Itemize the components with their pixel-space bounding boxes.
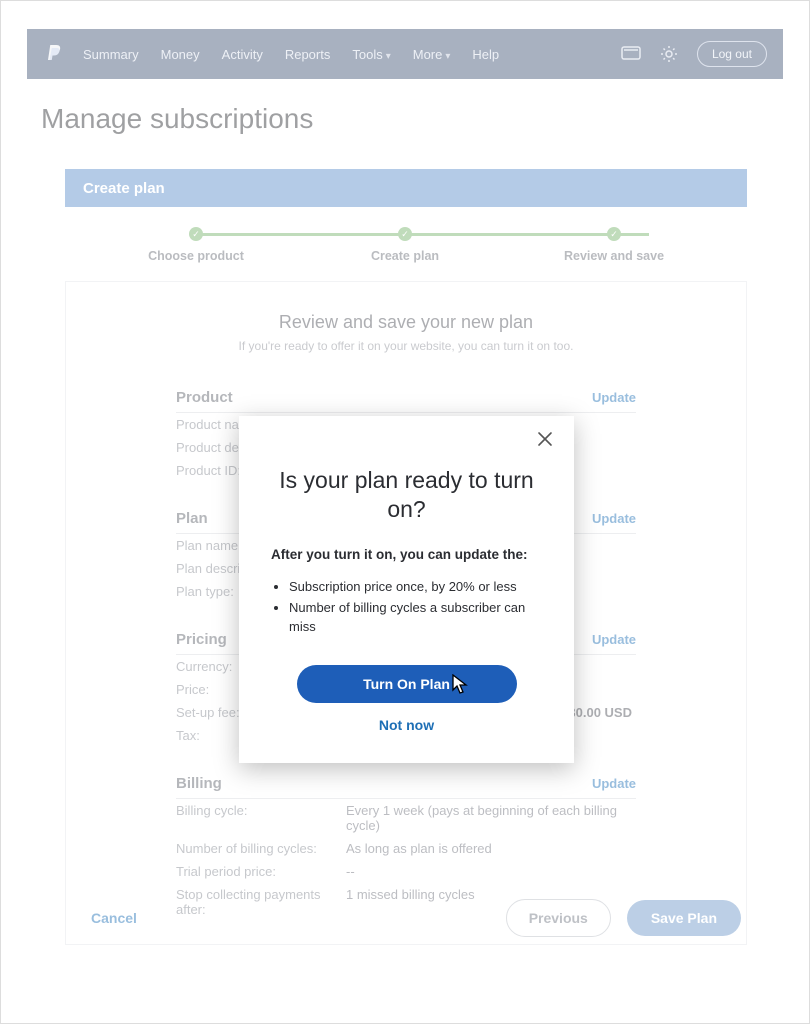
check-icon: ✓: [607, 227, 621, 241]
nav-summary[interactable]: Summary: [83, 47, 139, 62]
section-pricing-title: Pricing: [176, 631, 227, 648]
update-product-link[interactable]: Update: [592, 390, 636, 405]
modal-bullet-list: Subscription price once, by 20% or less …: [289, 578, 542, 637]
step-choose-product: ✓ Choose product: [116, 227, 276, 263]
billing-trial-label: Trial period price:: [176, 864, 346, 879]
logout-button[interactable]: Log out: [697, 41, 767, 67]
gear-icon[interactable]: [659, 44, 679, 64]
review-subtitle: If you're ready to offer it on your webs…: [66, 339, 746, 353]
billing-num-label: Number of billing cycles:: [176, 841, 346, 856]
nav-items: Summary Money Activity Reports Tools▾ Mo…: [83, 47, 499, 62]
review-title: Review and save your new plan: [66, 312, 746, 333]
previous-button[interactable]: Previous: [506, 899, 611, 937]
billing-cycle-value: Every 1 week (pays at beginning of each …: [346, 803, 636, 833]
modal-bullet: Number of billing cycles a subscriber ca…: [289, 599, 542, 637]
billing-trial-value: --: [346, 864, 636, 879]
nav-tools[interactable]: Tools▾: [352, 47, 390, 62]
top-nav-bar: Summary Money Activity Reports Tools▾ Mo…: [27, 29, 783, 79]
update-pricing-link[interactable]: Update: [592, 632, 636, 647]
step-review-save: ✓ Review and save: [534, 227, 694, 263]
cancel-button[interactable]: Cancel: [91, 910, 137, 926]
cursor-icon: [452, 674, 469, 701]
nav-activity[interactable]: Activity: [222, 47, 263, 62]
chevron-down-icon: ▾: [445, 51, 450, 62]
modal-bullet: Subscription price once, by 20% or less: [289, 578, 542, 597]
update-billing-link[interactable]: Update: [592, 776, 636, 791]
not-now-button[interactable]: Not now: [271, 717, 542, 733]
section-product-title: Product: [176, 389, 233, 406]
billing-cycle-label: Billing cycle:: [176, 803, 346, 833]
section-billing-title: Billing: [176, 775, 222, 792]
page-title: Manage subscriptions: [41, 103, 313, 135]
modal-lead: After you turn it on, you can update the…: [271, 546, 542, 565]
modal-title: Is your plan ready to turn on?: [271, 466, 542, 524]
section-plan-title: Plan: [176, 510, 208, 527]
turn-on-plan-dialog: Is your plan ready to turn on? After you…: [239, 416, 574, 763]
turn-on-plan-button[interactable]: Turn On Plan: [297, 665, 517, 703]
stepper: ✓ Choose product ✓ Create plan ✓ Review …: [116, 227, 694, 263]
nav-more[interactable]: More▾: [413, 47, 451, 62]
nav-money[interactable]: Money: [161, 47, 200, 62]
update-plan-link[interactable]: Update: [592, 511, 636, 526]
bottom-actions: Cancel Previous Save Plan: [65, 899, 747, 937]
close-icon[interactable]: [536, 430, 558, 452]
save-plan-button[interactable]: Save Plan: [627, 900, 741, 936]
check-icon: ✓: [398, 227, 412, 241]
chevron-down-icon: ▾: [386, 51, 391, 62]
nav-help[interactable]: Help: [472, 47, 499, 62]
billing-num-value: As long as plan is offered: [346, 841, 636, 856]
nav-reports[interactable]: Reports: [285, 47, 331, 62]
create-plan-banner: Create plan: [65, 169, 747, 207]
messages-icon[interactable]: [621, 44, 641, 64]
paypal-logo: [43, 41, 65, 67]
step-create-plan: ✓ Create plan: [325, 227, 485, 263]
check-icon: ✓: [189, 227, 203, 241]
